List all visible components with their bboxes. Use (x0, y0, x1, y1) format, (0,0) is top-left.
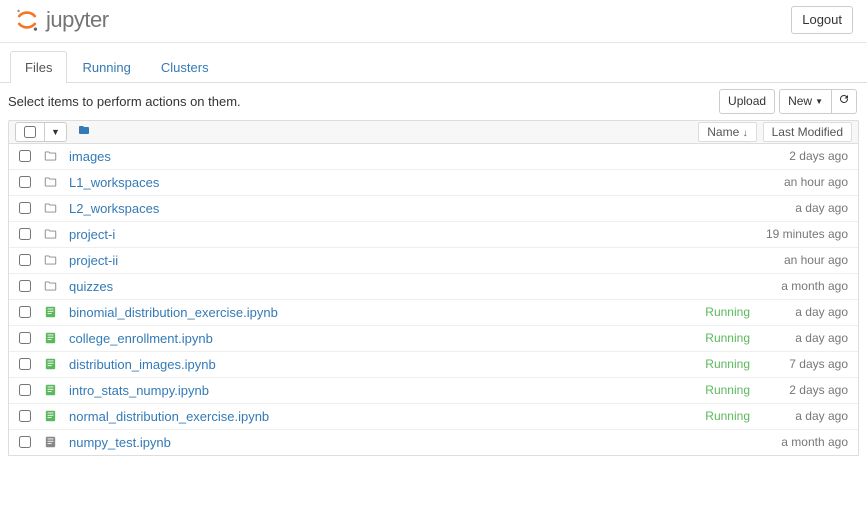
list-header: ▼ Name ↓ Last Modified (8, 120, 859, 144)
row-checkbox[interactable] (19, 436, 31, 448)
row-checkbox[interactable] (19, 280, 31, 292)
status-badge: Running (705, 331, 750, 345)
notebook-running-icon (43, 305, 59, 319)
status-badge: Running (705, 357, 750, 371)
folder-icon (43, 279, 59, 293)
row-checkbox[interactable] (19, 332, 31, 344)
folder-icon (43, 149, 59, 163)
notebook-running-icon (43, 383, 59, 397)
tab-running[interactable]: Running (67, 51, 145, 83)
refresh-button[interactable] (831, 89, 857, 114)
row-checkbox[interactable] (19, 410, 31, 422)
folder-icon (43, 175, 59, 189)
file-row: binomial_distribution_exercise.ipynb Runn… (9, 300, 858, 326)
sort-name-button[interactable]: Name ↓ (698, 122, 756, 142)
folder-icon (43, 253, 59, 267)
row-checkbox[interactable] (19, 150, 31, 162)
row-checkbox[interactable] (19, 384, 31, 396)
item-name-link[interactable]: quizzes (69, 279, 113, 294)
row-checkbox[interactable] (19, 202, 31, 214)
row-checkbox[interactable] (19, 358, 31, 370)
status-badge: Running (705, 305, 750, 319)
item-name-link[interactable]: images (69, 149, 111, 164)
select-all-group[interactable]: ▼ (15, 122, 67, 142)
file-row: numpy_test.ipynb a month ago (9, 430, 858, 455)
notebook-icon (43, 435, 59, 449)
file-row: L1_workspaces an hour ago (9, 170, 858, 196)
row-checkbox[interactable] (19, 306, 31, 318)
item-name-link[interactable]: project-i (69, 227, 115, 242)
folder-icon (77, 124, 91, 136)
status-badge: Running (705, 383, 750, 397)
modified-time: an hour ago (768, 175, 848, 189)
select-menu-caret[interactable]: ▼ (45, 123, 66, 141)
item-name-link[interactable]: project-ii (69, 253, 118, 268)
row-checkbox[interactable] (19, 228, 31, 240)
item-name-link[interactable]: distribution_images.ipynb (69, 357, 216, 372)
file-row: college_enrollment.ipynb Running a day ago (9, 326, 858, 352)
modified-time: a month ago (768, 435, 848, 449)
status-badge: Running (705, 409, 750, 423)
logo[interactable]: jupyter (14, 7, 109, 33)
file-row: L2_workspaces a day ago (9, 196, 858, 222)
modified-time: an hour ago (768, 253, 848, 267)
notebook-running-icon (43, 331, 59, 345)
notebook-running-icon (43, 409, 59, 423)
item-name-link[interactable]: L2_workspaces (69, 201, 159, 216)
selection-hint: Select items to perform actions on them. (8, 94, 241, 109)
logo-text: jupyter (46, 7, 109, 33)
item-name-link[interactable]: college_enrollment.ipynb (69, 331, 213, 346)
modified-time: 2 days ago (768, 149, 848, 163)
toolbar: Select items to perform actions on them.… (0, 83, 867, 120)
refresh-icon (838, 93, 850, 105)
logout-button[interactable]: Logout (791, 6, 853, 34)
breadcrumb-root[interactable] (77, 124, 91, 139)
modified-time: 7 days ago (768, 357, 848, 371)
tab-clusters[interactable]: Clusters (146, 51, 224, 83)
tabs: Files Running Clusters (0, 49, 867, 83)
upload-button[interactable]: Upload (719, 89, 775, 114)
file-row: quizzes a month ago (9, 274, 858, 300)
row-checkbox[interactable] (19, 254, 31, 266)
sort-modified-button[interactable]: Last Modified (763, 122, 852, 142)
jupyter-logo-icon (14, 7, 40, 33)
modified-time: a day ago (768, 409, 848, 423)
caret-down-icon: ▼ (815, 97, 823, 106)
modified-time: a day ago (768, 201, 848, 215)
item-name-link[interactable]: L1_workspaces (69, 175, 159, 190)
select-all-checkbox[interactable] (24, 126, 36, 138)
file-row: images 2 days ago (9, 144, 858, 170)
item-name-link[interactable]: normal_distribution_exercise.ipynb (69, 409, 269, 424)
file-row: distribution_images.ipynb Running 7 days a… (9, 352, 858, 378)
modified-time: a day ago (768, 331, 848, 345)
item-name-link[interactable]: intro_stats_numpy.ipynb (69, 383, 209, 398)
modified-time: 19 minutes ago (766, 227, 848, 241)
item-name-link[interactable]: numpy_test.ipynb (69, 435, 171, 450)
notebook-running-icon (43, 357, 59, 371)
folder-icon (43, 227, 59, 241)
item-name-link[interactable]: binomial_distribution_exercise.ipynb (69, 305, 278, 320)
arrow-down-icon: ↓ (743, 128, 748, 139)
tab-files[interactable]: Files (10, 51, 67, 83)
file-list: images2 days agoL1_workspacesan hour ago… (8, 144, 859, 456)
modified-time: 2 days ago (768, 383, 848, 397)
folder-icon (43, 201, 59, 215)
file-row: normal_distribution_exercise.ipynb Runnin… (9, 404, 858, 430)
new-button[interactable]: New▼ (779, 89, 832, 114)
header: jupyter Logout (0, 0, 867, 43)
row-checkbox[interactable] (19, 176, 31, 188)
modified-time: a month ago (768, 279, 848, 293)
file-row: project-i 19 minutes ago (9, 222, 858, 248)
file-row: intro_stats_numpy.ipynb Running 2 days ago (9, 378, 858, 404)
modified-time: a day ago (768, 305, 848, 319)
file-row: project-ii an hour ago (9, 248, 858, 274)
